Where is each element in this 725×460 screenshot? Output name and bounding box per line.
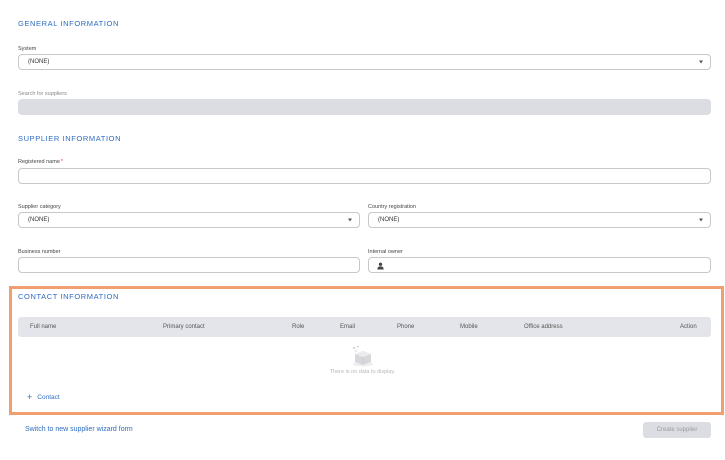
- contact-information-title: CONTACT INFORMATION: [18, 292, 119, 301]
- chevron-down-icon: [348, 218, 352, 222]
- column-phone[interactable]: Phone: [397, 317, 414, 337]
- plus-icon: +: [27, 392, 33, 402]
- empty-state-text: There is no data to display.: [329, 369, 396, 375]
- search-suppliers-label: Search for suppliers: [18, 91, 67, 97]
- business-number-label: Business number: [18, 249, 61, 255]
- supplier-category-label: Supplier category: [18, 204, 61, 210]
- column-primary-contact[interactable]: Primary contact: [163, 317, 205, 337]
- system-label: System: [18, 46, 37, 52]
- chevron-down-icon: [699, 218, 703, 222]
- chevron-down-icon: [699, 60, 703, 64]
- internal-owner-label: Internal owner: [368, 249, 403, 255]
- add-contact-button[interactable]: + Contact: [27, 393, 60, 402]
- column-mobile[interactable]: Mobile: [460, 317, 478, 337]
- internal-owner-input[interactable]: [368, 257, 711, 273]
- column-office-address[interactable]: Office address: [524, 317, 563, 337]
- country-registration-label: Country registration: [368, 204, 416, 210]
- column-action: Action: [680, 324, 697, 330]
- supplier-information-title: SUPPLIER INFORMATION: [18, 134, 122, 143]
- registered-name-input[interactable]: [18, 168, 711, 184]
- column-email[interactable]: Email: [340, 317, 355, 337]
- system-select-value: (NONE): [28, 59, 50, 65]
- supplier-category-value: (NONE): [28, 217, 50, 223]
- column-role[interactable]: Role: [292, 317, 304, 337]
- system-select[interactable]: (NONE): [18, 54, 711, 70]
- person-icon: [377, 262, 384, 270]
- business-number-input[interactable]: [18, 257, 360, 273]
- general-information-title: GENERAL INFORMATION: [18, 19, 119, 28]
- country-registration-select[interactable]: (NONE): [368, 212, 711, 228]
- required-mark: *: [60, 159, 64, 165]
- country-registration-value: (NONE): [378, 217, 400, 223]
- search-suppliers-input[interactable]: [18, 99, 711, 115]
- registered-name-label: Registered name*: [18, 159, 64, 165]
- contacts-table-header: Full name Primary contact Role Email Pho…: [18, 317, 711, 337]
- create-supplier-button[interactable]: Create supplier: [643, 422, 711, 438]
- column-full-name[interactable]: Full name: [30, 317, 56, 337]
- switch-wizard-link[interactable]: Switch to new supplier wizard form: [25, 426, 133, 433]
- supplier-category-select[interactable]: (NONE): [18, 212, 360, 228]
- add-contact-label: Contact: [37, 394, 60, 401]
- empty-box-icon: [353, 345, 373, 367]
